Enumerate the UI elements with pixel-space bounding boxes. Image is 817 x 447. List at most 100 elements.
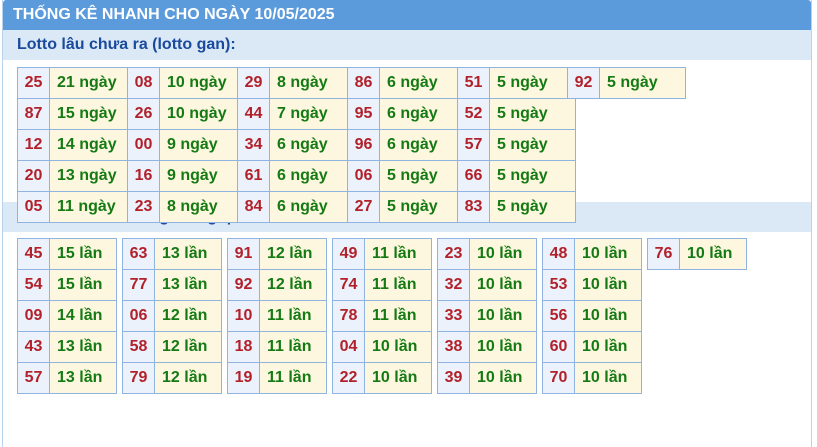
table-row: 79 12 lần xyxy=(122,362,222,394)
gan-column: 29 8 ngày 44 7 ngày 34 6 ngày 61 6 ngày 84 6 ngày xyxy=(237,67,356,223)
frequency-value: 13 lần xyxy=(154,238,222,270)
table-row: 43 13 lần xyxy=(17,331,117,363)
frequency-value: 15 lần xyxy=(49,238,117,270)
frequency-value: 11 lần xyxy=(364,269,432,301)
stats-panel: THỐNG KÊ NHANH CHO NGÀY 10/05/2025 Lotto… xyxy=(2,0,812,447)
gan-section-title: Lotto lâu chưa ra (lotto gan): xyxy=(3,30,811,60)
freq-column: 63 13 lần 77 13 lần 06 12 lần 58 12 lần 79 12 lần xyxy=(122,238,222,394)
table-row: 86 6 ngày xyxy=(347,67,466,99)
days-absent-value: 6 ngày xyxy=(269,191,356,223)
days-absent-value: 15 ngày xyxy=(49,98,136,130)
table-row: 45 15 lần xyxy=(17,238,117,270)
days-absent-value: 9 ngày xyxy=(159,129,246,161)
gan-section: 25 21 ngày 87 15 ngày 12 14 ngày 20 13 ngày 05 11… xyxy=(3,60,811,223)
days-absent-value: 6 ngày xyxy=(379,98,466,130)
table-row: 27 5 ngày xyxy=(347,191,466,223)
days-absent-value: 6 ngày xyxy=(379,67,466,99)
table-row: 09 14 lần xyxy=(17,300,117,332)
table-row: 19 11 lần xyxy=(227,362,327,394)
lotto-number: 49 xyxy=(332,238,365,270)
table-row: 20 13 ngày xyxy=(17,160,136,192)
lotto-number: 53 xyxy=(542,269,575,301)
table-row: 58 12 lần xyxy=(122,331,222,363)
table-row: 51 5 ngày xyxy=(457,67,576,99)
lotto-number: 06 xyxy=(122,300,155,332)
table-row: 34 6 ngày xyxy=(237,129,356,161)
lotto-number: 48 xyxy=(542,238,575,270)
lotto-number: 70 xyxy=(542,362,575,394)
frequency-value: 11 lần xyxy=(364,238,432,270)
gan-column: 08 10 ngày 26 10 ngày 00 9 ngày 16 9 ngày 23 8 ng… xyxy=(127,67,246,223)
table-row: 92 12 lần xyxy=(227,269,327,301)
table-row: 56 10 lần xyxy=(542,300,642,332)
frequency-value: 10 lần xyxy=(574,362,642,394)
frequency-value: 10 lần xyxy=(469,331,537,363)
table-row: 54 15 lần xyxy=(17,269,117,301)
table-row: 76 10 lần xyxy=(647,238,747,270)
lotto-number: 61 xyxy=(237,160,270,192)
gan-column: 92 5 ngày xyxy=(567,67,686,99)
lotto-number: 77 xyxy=(122,269,155,301)
days-absent-value: 6 ngày xyxy=(269,160,356,192)
lotto-number: 20 xyxy=(17,160,50,192)
frequency-value: 11 lần xyxy=(364,300,432,332)
lotto-number: 05 xyxy=(17,191,50,223)
gan-column: 86 6 ngày 95 6 ngày 96 6 ngày 06 5 ngày 27 5 ngày xyxy=(347,67,466,223)
page-title: THỐNG KÊ NHANH CHO NGÀY 10/05/2025 xyxy=(3,0,811,30)
lotto-number: 19 xyxy=(227,362,260,394)
lotto-number: 12 xyxy=(17,129,50,161)
lotto-number: 27 xyxy=(347,191,380,223)
table-row: 61 6 ngày xyxy=(237,160,356,192)
table-row: 84 6 ngày xyxy=(237,191,356,223)
frequency-value: 12 lần xyxy=(259,238,327,270)
table-row: 91 12 lần xyxy=(227,238,327,270)
days-absent-value: 7 ngày xyxy=(269,98,356,130)
table-row: 33 10 lần xyxy=(437,300,537,332)
lotto-number: 16 xyxy=(127,160,160,192)
lotto-number: 92 xyxy=(567,67,600,99)
lotto-number: 00 xyxy=(127,129,160,161)
frequency-value: 10 lần xyxy=(469,300,537,332)
table-row: 05 11 ngày xyxy=(17,191,136,223)
table-row: 38 10 lần xyxy=(437,331,537,363)
lotto-number: 95 xyxy=(347,98,380,130)
table-row: 00 9 ngày xyxy=(127,129,246,161)
days-absent-value: 21 ngày xyxy=(49,67,136,99)
lotto-number: 66 xyxy=(457,160,490,192)
freq-column: 76 10 lần xyxy=(647,238,747,270)
days-absent-value: 11 ngày xyxy=(49,191,136,223)
lotto-number: 26 xyxy=(127,98,160,130)
days-absent-value: 5 ngày xyxy=(489,129,576,161)
lotto-number: 38 xyxy=(437,331,470,363)
lotto-number: 39 xyxy=(437,362,470,394)
days-absent-value: 5 ngày xyxy=(489,67,576,99)
days-absent-value: 9 ngày xyxy=(159,160,246,192)
frequency-value: 10 lần xyxy=(364,362,432,394)
days-absent-value: 6 ngày xyxy=(269,129,356,161)
table-row: 66 5 ngày xyxy=(457,160,576,192)
lotto-number: 57 xyxy=(17,362,50,394)
table-row: 74 11 lần xyxy=(332,269,432,301)
lotto-number: 29 xyxy=(237,67,270,99)
frequency-value: 10 lần xyxy=(364,331,432,363)
table-row: 06 12 lần xyxy=(122,300,222,332)
frequency-value: 13 lần xyxy=(49,362,117,394)
lotto-number: 44 xyxy=(237,98,270,130)
table-row: 26 10 ngày xyxy=(127,98,246,130)
days-absent-value: 5 ngày xyxy=(489,98,576,130)
lotto-number: 34 xyxy=(237,129,270,161)
table-row: 08 10 ngày xyxy=(127,67,246,99)
lotto-number: 51 xyxy=(457,67,490,99)
frequency-value: 10 lần xyxy=(469,269,537,301)
lotto-number: 60 xyxy=(542,331,575,363)
lotto-number: 04 xyxy=(332,331,365,363)
days-absent-value: 5 ngày xyxy=(379,160,466,192)
table-row: 32 10 lần xyxy=(437,269,537,301)
days-absent-value: 8 ngày xyxy=(269,67,356,99)
lotto-number: 57 xyxy=(457,129,490,161)
lotto-number: 83 xyxy=(457,191,490,223)
lotto-number: 10 xyxy=(227,300,260,332)
table-row: 44 7 ngày xyxy=(237,98,356,130)
lotto-number: 32 xyxy=(437,269,470,301)
table-row: 52 5 ngày xyxy=(457,98,576,130)
